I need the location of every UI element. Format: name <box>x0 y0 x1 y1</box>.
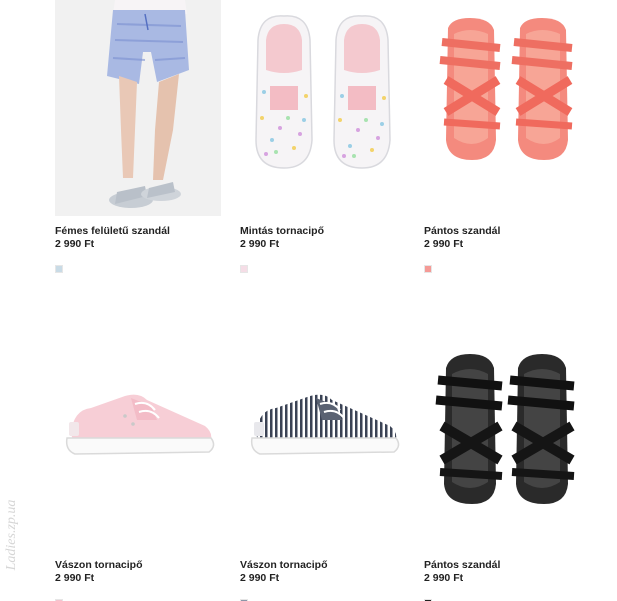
coral-strap-sandals-icon <box>439 18 573 160</box>
product-price: 2 990 Ft <box>55 572 95 584</box>
product-price: 2 990 Ft <box>55 238 95 250</box>
patterned-slip-on-sneakers-icon <box>255 15 391 169</box>
product-card[interactable]: Vászon tornacipő 2 990 Ft <box>55 334 221 601</box>
product-name[interactable]: Vászon tornacipő <box>240 559 406 572</box>
product-price: 2 990 Ft <box>240 238 280 250</box>
product-name[interactable]: Mintás tornacipő <box>240 225 406 238</box>
product-grid-page: Fémes felületű szandál 2 990 Ft Mintás t… <box>0 0 617 601</box>
product-image-metallic-sandal[interactable] <box>55 0 221 216</box>
product-price: 2 990 Ft <box>240 572 280 584</box>
product-price: 2 990 Ft <box>424 238 464 250</box>
product-name[interactable]: Fémes felületű szandál <box>55 225 221 238</box>
striped-canvas-sneaker-icon <box>250 394 400 455</box>
product-image-striped-sneaker[interactable] <box>240 334 406 550</box>
product-name[interactable]: Pántos szandál <box>424 559 590 572</box>
watermark-text: Ladies.zp.ua <box>4 500 19 572</box>
product-image-black-sandals[interactable] <box>424 334 590 550</box>
product-price: 2 990 Ft <box>424 572 464 584</box>
product-card[interactable]: Pántos szandál 2 990 Ft <box>424 0 590 273</box>
product-image-coral-sandals[interactable] <box>424 0 590 216</box>
color-swatch[interactable] <box>240 265 248 273</box>
product-name[interactable]: Pántos szandál <box>424 225 590 238</box>
pink-canvas-sneaker-icon <box>65 394 215 455</box>
metallic-sandal-on-child-photo-icon <box>55 0 221 216</box>
color-swatch[interactable] <box>424 265 432 273</box>
color-swatch[interactable] <box>55 265 63 273</box>
site-watermark: Ladies.zp.ua <box>0 480 30 590</box>
product-card[interactable]: Mintás tornacipő 2 990 Ft <box>240 0 406 273</box>
product-image-pink-sneaker[interactable] <box>55 334 221 550</box>
product-image-patterned-sneakers[interactable] <box>240 0 406 216</box>
black-strap-sandals-icon <box>435 354 575 504</box>
product-card[interactable]: Vászon tornacipő 2 990 Ft <box>240 334 406 601</box>
product-card[interactable]: Fémes felületű szandál 2 990 Ft <box>55 0 221 273</box>
product-name[interactable]: Vászon tornacipő <box>55 559 221 572</box>
product-card[interactable]: Pántos szandál 2 990 Ft <box>424 334 590 601</box>
